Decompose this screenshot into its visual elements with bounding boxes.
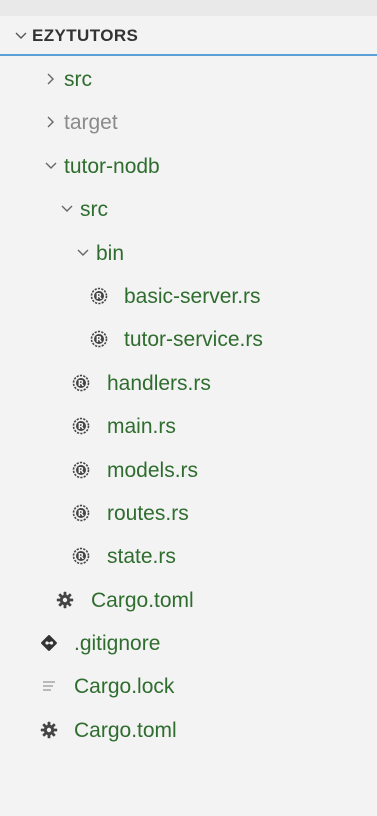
tree-item-label: src [64, 68, 92, 91]
rust-file-icon: R [72, 504, 90, 522]
tree-item-routes-rs[interactable]: R routes.rs [0, 492, 377, 535]
tree-item-main-rs[interactable]: R main.rs [0, 405, 377, 448]
tree-item-gitignore[interactable]: .gitignore [0, 622, 377, 665]
tree-item-src-nested[interactable]: src [0, 188, 377, 231]
chevron-right-icon [47, 116, 54, 128]
svg-text:R: R [78, 552, 84, 561]
chevron-down-icon [61, 205, 73, 213]
tree-item-bin[interactable]: bin [0, 232, 377, 275]
tree-item-label: .gitignore [74, 632, 161, 656]
tree-item-label: Cargo.toml [74, 718, 177, 742]
chevron-down-icon [77, 249, 89, 256]
tree-item-label: basic-server.rs [124, 284, 261, 308]
tree-item-label: bin [96, 241, 125, 265]
tree-item-basic-server-rs[interactable]: R basic-server.rs [0, 275, 377, 318]
top-strip [0, 0, 377, 16]
tree-item-handlers-rs[interactable]: R handlers.rs [0, 362, 377, 405]
tree-item-label: models.rs [107, 458, 199, 482]
gear-icon [56, 591, 74, 608]
explorer-title: EZYTUTORS [32, 26, 139, 45]
chevron-right-icon [47, 73, 54, 85]
rust-file-icon: R [72, 547, 90, 565]
file-explorer: EZYTUTORS src target tutor-nodb src bin … [0, 0, 377, 816]
tree-item-cargo-toml-nested[interactable]: Cargo.toml [0, 579, 377, 622]
rust-file-icon: R [72, 461, 90, 478]
svg-text:R: R [96, 292, 102, 301]
tree-item-label: tutor-service.rs [124, 328, 263, 352]
tree-item-models-rs[interactable]: R models.rs [0, 449, 377, 492]
tree-item-label: Cargo.toml [91, 588, 194, 612]
svg-text:R: R [78, 509, 84, 518]
svg-text:R: R [96, 336, 102, 345]
tree-item-label: src [80, 198, 108, 222]
tree-item-label: handlers.rs [107, 371, 211, 395]
tree-item-state-rs[interactable]: R state.rs [0, 535, 377, 578]
tree-item-label: state.rs [107, 545, 176, 569]
tree-item-src[interactable]: src [0, 58, 377, 101]
chevron-down-icon [45, 162, 57, 169]
tree-item-label: routes.rs [107, 501, 189, 525]
tree-item-label: target [64, 111, 118, 135]
rust-file-icon: R [90, 331, 108, 348]
explorer-section-header[interactable]: EZYTUTORS [0, 16, 377, 56]
tree-item-tutor-service-rs[interactable]: R tutor-service.rs [0, 318, 377, 361]
tree-item-cargo-toml[interactable]: Cargo.toml [0, 709, 377, 752]
gear-icon [40, 721, 58, 739]
tree-item-target[interactable]: target [0, 101, 377, 144]
tree-item-label: tutor-nodb [64, 154, 160, 178]
tree-item-label: main.rs [107, 415, 176, 439]
tree-item-tutor-nodb[interactable]: tutor-nodb [0, 145, 377, 188]
svg-text:R: R [78, 379, 84, 388]
file-tree: src target tutor-nodb src bin R basic-se… [0, 58, 377, 752]
lines-icon [43, 681, 55, 692]
rust-file-icon: R [90, 287, 108, 305]
git-icon [41, 635, 57, 651]
tree-item-label: Cargo.lock [74, 675, 175, 699]
rust-file-icon: R [72, 417, 90, 435]
svg-text:R: R [78, 466, 84, 475]
tree-item-cargo-lock[interactable]: Cargo.lock [0, 665, 377, 708]
rust-file-icon: R [72, 374, 90, 392]
chevron-down-icon [15, 32, 27, 39]
svg-text:R: R [78, 422, 84, 431]
